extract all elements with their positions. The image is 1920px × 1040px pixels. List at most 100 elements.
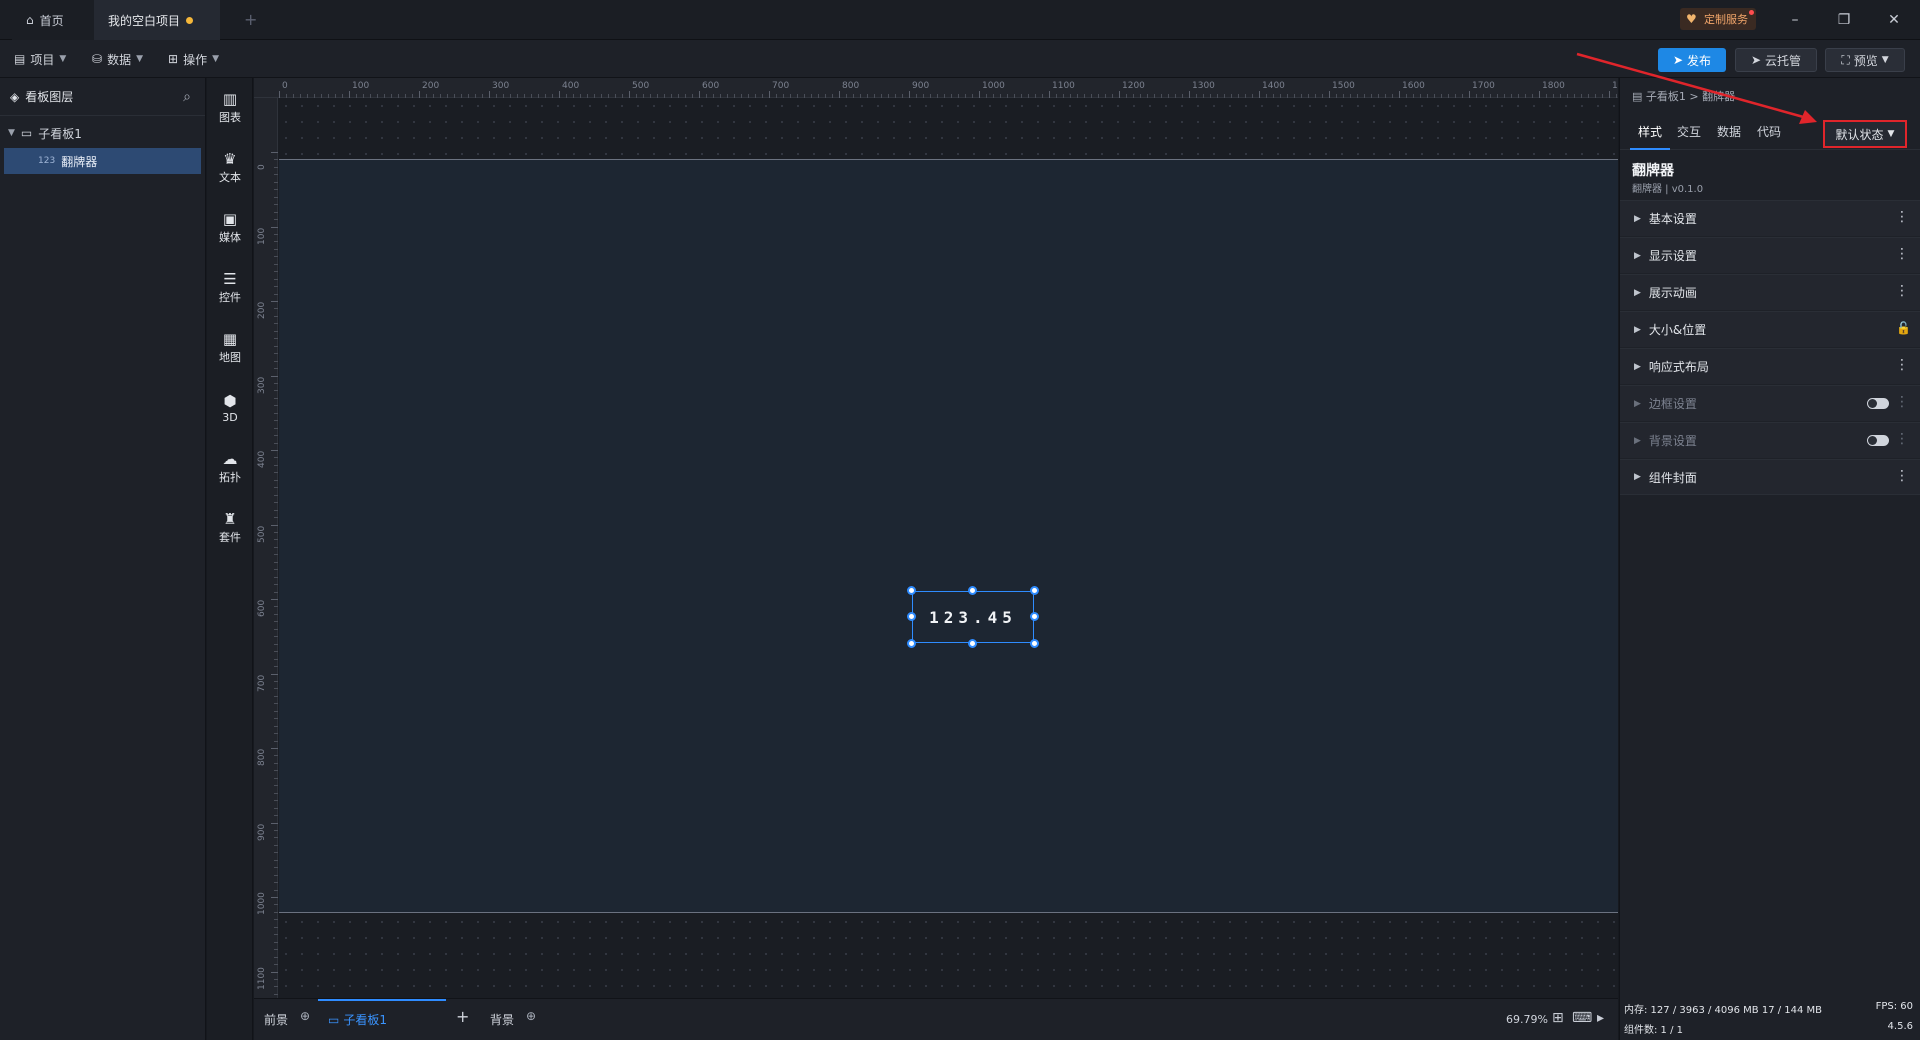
ruler-top-tick (279, 91, 280, 98)
caret-down-icon[interactable]: ▼ (8, 128, 15, 138)
resize-handle-bl[interactable] (907, 639, 916, 648)
more-icon[interactable]: ⋮ (1895, 283, 1909, 299)
ruler-left-tick (271, 152, 278, 153)
preview-button[interactable]: ⛶ 预览 ▼ (1825, 48, 1905, 72)
palette-chart-label: 图表 (219, 111, 241, 124)
background-toggle[interactable] (1867, 435, 1889, 446)
restore-icon[interactable]: ❐ (1832, 8, 1856, 32)
tab-code[interactable]: 代码 (1757, 123, 1781, 140)
ruler-top-tick (629, 91, 630, 98)
flipper-component[interactable]: 123.45 (907, 586, 1039, 648)
tab-foreground[interactable]: 前景 ⊕ (264, 1009, 310, 1028)
breadcrumb-board[interactable]: 子看板1 (1646, 90, 1686, 103)
section-responsive[interactable]: ▶ 响应式布局 ⋮ (1620, 348, 1920, 384)
section-border[interactable]: ▶ 边框设置 ⋮ (1620, 385, 1920, 421)
palette-suite[interactable]: ♜ 套件 (207, 506, 253, 550)
palette-media[interactable]: ▣ 媒体 (207, 206, 253, 250)
lock-icon[interactable]: 🔓 (1896, 321, 1911, 335)
ruler-top-label: 1200 (1122, 81, 1145, 91)
section-display[interactable]: ▶ 显示设置 ⋮ (1620, 237, 1920, 273)
layer-group-board[interactable]: ▼ ▭ 子看板1 (0, 120, 205, 146)
resize-handle-tr[interactable] (1030, 586, 1039, 595)
resize-handle-b[interactable] (968, 639, 977, 648)
menu-project[interactable]: ▤ 项目 ▼ (14, 49, 66, 69)
terminal-icon[interactable]: ▸ (1597, 1010, 1604, 1026)
more-icon[interactable]: ⋮ (1895, 431, 1909, 447)
resize-handle-r[interactable] (1030, 612, 1039, 621)
canvas-area[interactable]: 0 100 200 300 400 500 600 700 800 900 1000 1100 1200… (254, 78, 1618, 998)
ruler-top-label: 400 (562, 81, 580, 91)
more-icon[interactable]: ⋮ (1895, 394, 1909, 410)
resize-handle-br[interactable] (1030, 639, 1039, 648)
add-circle-icon[interactable]: ⊕ (526, 1009, 536, 1023)
ruler-left-label: 200 (257, 301, 267, 319)
chevron-down-icon: ▼ (212, 54, 219, 64)
more-icon[interactable]: ⋮ (1895, 468, 1909, 484)
fit-screen-icon[interactable]: ⊞ (1552, 1010, 1564, 1026)
add-circle-icon[interactable]: ⊕ (300, 1009, 310, 1023)
tab-home[interactable]: ⌂ 首页 (12, 0, 94, 40)
caret-right-icon: ▶ (1634, 398, 1641, 409)
fps-status: FPS: 60 (1875, 1001, 1913, 1012)
layers-icon: ◈ (10, 89, 20, 104)
publish-label: 发布 (1687, 53, 1712, 68)
keyboard-icon[interactable]: ⌨ (1572, 1010, 1592, 1026)
add-tab-icon[interactable]: + (244, 10, 257, 29)
tab-board[interactable]: ▭ 子看板1 (328, 1011, 387, 1028)
palette-map[interactable]: ▦ 地图 (207, 326, 253, 370)
section-background[interactable]: ▶ 背景设置 ⋮ (1620, 422, 1920, 458)
resize-handle-l[interactable] (907, 612, 916, 621)
section-cover[interactable]: ▶ 组件封面 ⋮ (1620, 459, 1920, 495)
more-icon[interactable]: ⋮ (1895, 209, 1909, 225)
ruler-left-tick (271, 897, 278, 898)
palette-chart[interactable]: ▥ 图表 (207, 86, 253, 130)
palette-3d[interactable]: ⬢ 3D (207, 386, 253, 430)
section-label: 显示设置 (1648, 249, 1697, 263)
tab-interaction[interactable]: 交互 (1677, 123, 1701, 140)
ruler-left-label: 1000 (257, 892, 267, 915)
document-icon: ▤ (14, 52, 26, 66)
menu-data[interactable]: ⛁ 数据 ▼ (92, 49, 143, 69)
ruler-left-tick (271, 226, 278, 228)
add-board-icon[interactable]: + (456, 1007, 469, 1026)
tab-background[interactable]: 背景 ⊕ (490, 1009, 536, 1028)
section-label: 边框设置 (1648, 397, 1697, 411)
flipper-icon: 123 (38, 156, 56, 166)
border-toggle[interactable] (1867, 398, 1889, 409)
section-size-position[interactable]: ▶ 大小&位置 🔓 (1620, 311, 1920, 347)
custom-service-button[interactable]: ♥ 定制服务 (1680, 8, 1756, 30)
ruler-top-label: 1600 (1402, 81, 1425, 91)
palette-topology[interactable]: ☁ 拓扑 (207, 446, 253, 490)
minimize-icon[interactable]: – (1783, 8, 1807, 32)
resize-handle-t[interactable] (968, 586, 977, 595)
tab-data[interactable]: 数据 (1717, 123, 1741, 140)
tab-project[interactable]: 我的空白项目 (94, 0, 220, 40)
section-animation[interactable]: ▶ 展示动画 ⋮ (1620, 274, 1920, 310)
send-icon: ➤ (1672, 53, 1684, 67)
more-icon[interactable]: ⋮ (1895, 246, 1909, 262)
palette-topology-label: 拓扑 (219, 471, 241, 484)
more-icon[interactable]: ⋮ (1895, 357, 1909, 373)
resize-handle-tl[interactable] (907, 586, 916, 595)
publish-button[interactable]: ➤ 发布 (1658, 48, 1726, 72)
layer-item-flipper[interactable]: 123 翻牌器 (4, 148, 201, 174)
cloud-hosting-button[interactable]: ➤ 云托管 (1735, 48, 1817, 72)
property-tabs: 样式 交互 数据 代码 默认状态 ▼ (1620, 112, 1920, 150)
ruler-top-label: 1000 (982, 81, 1005, 91)
ruler-left-tick (271, 748, 278, 749)
monitor-icon: ▭ (20, 126, 33, 140)
close-icon[interactable]: ✕ (1882, 8, 1906, 32)
zoom-level[interactable]: 69.79% (1506, 1013, 1548, 1026)
palette-control[interactable]: ☰ 控件 (207, 266, 253, 310)
menu-operation[interactable]: ⊞ 操作 ▼ (168, 49, 219, 69)
state-select[interactable]: 默认状态 ▼ (1823, 120, 1907, 148)
section-basic[interactable]: ▶ 基本设置 ⋮ (1620, 200, 1920, 236)
state-select-label: 默认状态 (1835, 127, 1884, 142)
ruler-top-label: 100 (352, 81, 370, 91)
breadcrumb: ▤ 子看板1 > 翻牌器 (1632, 88, 1735, 104)
ruler-top-label: 0 (282, 81, 288, 91)
palette-text[interactable]: ♛ 文本 (207, 146, 253, 190)
board-stage[interactable]: 123.45 (279, 159, 1618, 913)
search-icon[interactable]: ⌕ (183, 89, 191, 105)
tab-style[interactable]: 样式 (1638, 123, 1662, 140)
